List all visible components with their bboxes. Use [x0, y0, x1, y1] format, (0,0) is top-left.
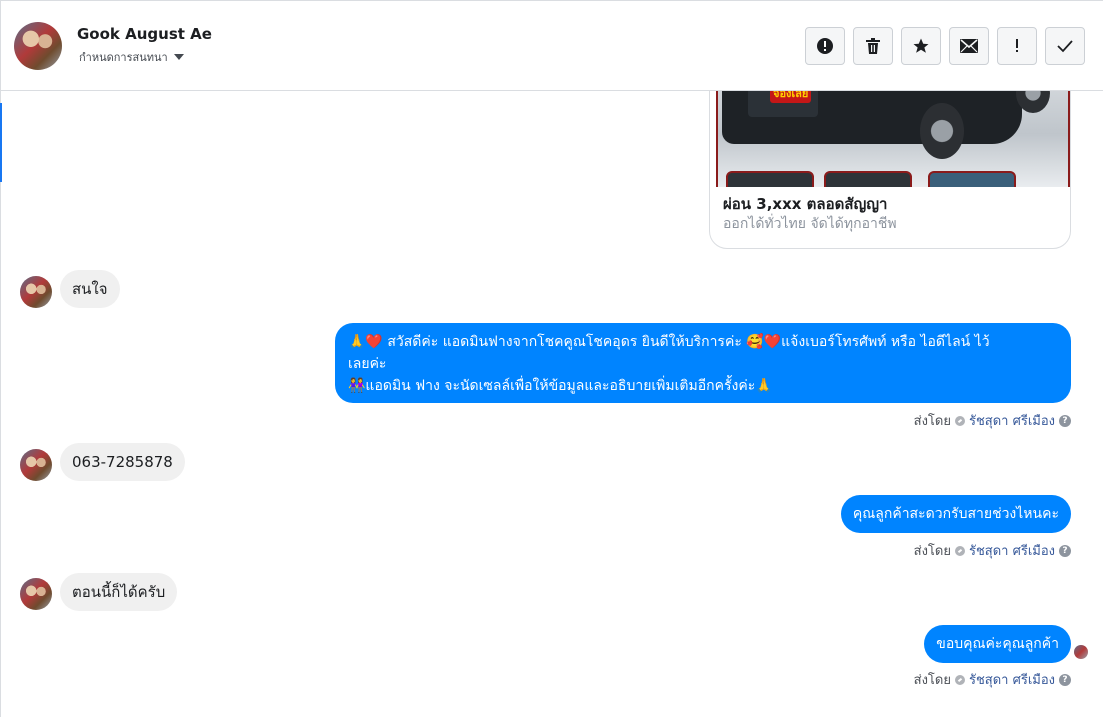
ad-thumbnail [726, 171, 814, 187]
seen-receipt-avatar [1074, 645, 1088, 659]
help-icon[interactable]: ? [1059, 673, 1071, 686]
card-subtitle: ออกได้ทั่วไทย จัดได้ทุกอาชีพ [723, 216, 897, 232]
caret-down-icon [173, 54, 184, 60]
help-icon[interactable]: ? [1059, 414, 1071, 427]
delete-button[interactable] [853, 27, 893, 65]
important-button[interactable] [997, 27, 1037, 65]
sent-by-prefix: ส่งโดย [913, 414, 951, 429]
admin-badge-icon [954, 415, 965, 426]
trash-icon [866, 38, 880, 54]
ad-thumbnail [824, 171, 912, 187]
exclamation-icon [1016, 39, 1018, 52]
conversation-header: Gook August Ae กำหนดการสนทนา [1, 1, 1103, 91]
message-line: 🙏❤️ สวัสดีค่ะ แอดมินฟางจากโชคคูณโชคอุดร … [348, 334, 990, 350]
sent-by-label: ส่งโดย รัชสุดา ศรีเมือง ? [914, 669, 1071, 690]
car-wheel [920, 103, 964, 159]
conversation-settings-label: กำหนดการสนทนา [79, 51, 168, 64]
incoming-message[interactable]: ตอนนี้ก็ได้ครับ [60, 573, 178, 611]
contact-name[interactable]: Gook August Ae [77, 25, 212, 43]
incoming-message[interactable]: 063-7285878 [60, 443, 185, 481]
contact-avatar[interactable] [14, 22, 62, 70]
alert-circle-icon [817, 38, 833, 54]
done-button[interactable] [1045, 27, 1085, 65]
message-line: 👭แอดมิน ฟาง จะนัดเซลล์เพื่อให้ข้อมูลและอ… [348, 378, 773, 394]
star-icon [913, 38, 929, 53]
sent-by-label: ส่งโดย รัชสุดา ศรีเมือง ? [914, 410, 1071, 431]
incoming-message[interactable]: สนใจ [60, 270, 120, 308]
agent-name-link[interactable]: รัชสุดา ศรีเมือง [969, 669, 1055, 690]
help-icon[interactable]: ? [1059, 544, 1071, 557]
message-line: เลยค่ะ [348, 356, 387, 372]
sent-by-prefix: ส่งโดย [913, 673, 951, 688]
admin-badge-icon [954, 545, 965, 556]
outgoing-message[interactable]: ขอบคุณค่ะคุณลูกค้า [924, 625, 1071, 663]
active-indicator [0, 103, 2, 182]
agent-name-link[interactable]: รัชสุดา ศรีเมือง [969, 540, 1055, 561]
mark-unread-button[interactable] [949, 27, 989, 65]
sent-by-label: ส่งโดย รัชสุดา ศรีเมือง ? [914, 540, 1071, 561]
shared-ad-card[interactable]: จองเลย ผ่อน 3,xxx ตลอดสัญญา ออกได้ทั่วไท… [709, 68, 1071, 249]
check-icon [1057, 40, 1073, 53]
outgoing-message[interactable]: คุณลูกค้าสะดวกรับสายช่วงไหนคะ [840, 495, 1071, 533]
conversation-settings-dropdown[interactable]: กำหนดการสนทนา [79, 48, 184, 66]
contact-avatar-small [20, 449, 52, 481]
sent-by-prefix: ส่งโดย [913, 544, 951, 559]
envelope-icon [960, 39, 978, 53]
contact-avatar-small [20, 276, 52, 308]
contact-avatar-small [20, 578, 52, 610]
star-button[interactable] [901, 27, 941, 65]
ad-thumbnail [928, 171, 1016, 187]
report-button[interactable] [805, 27, 845, 65]
outgoing-message[interactable]: 🙏❤️ สวัสดีค่ะ แอดมินฟางจากโชคคูณโชคอุดร … [335, 323, 1071, 403]
admin-badge-icon [954, 674, 965, 685]
agent-name-link[interactable]: รัชสุดา ศรีเมือง [969, 410, 1055, 431]
